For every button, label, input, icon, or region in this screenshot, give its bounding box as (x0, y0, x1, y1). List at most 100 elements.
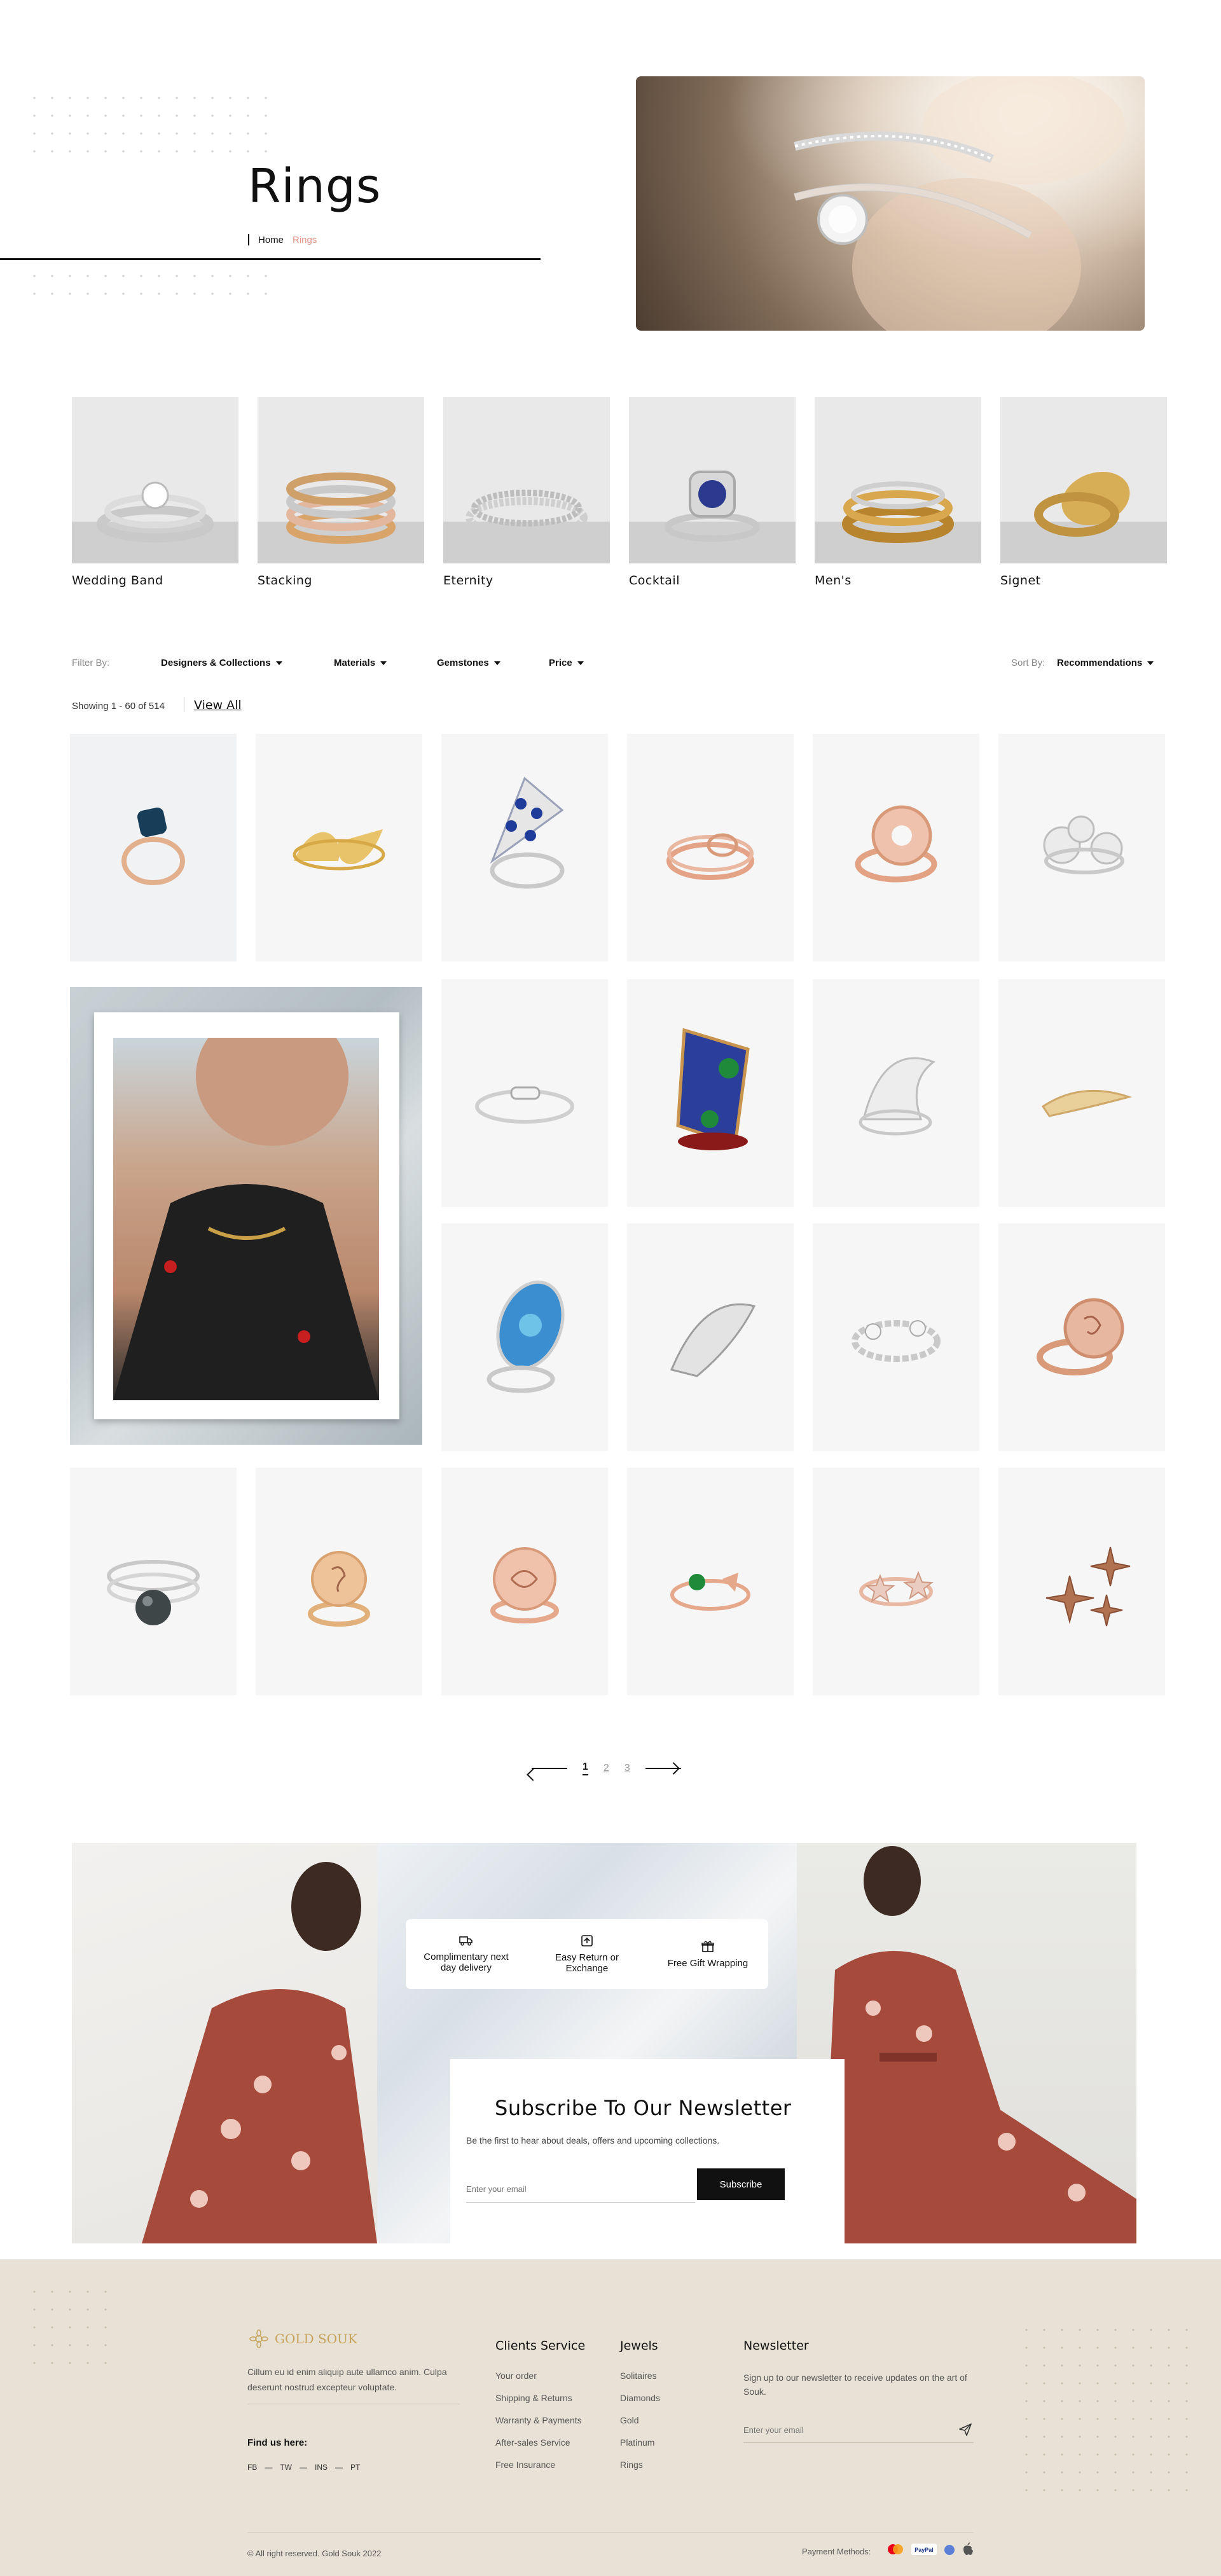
footer-link-your-order[interactable]: Your order (495, 2371, 585, 2381)
applepay-icon (963, 2542, 973, 2555)
category-eternity[interactable]: Eternity (443, 397, 610, 588)
newsletter-email-input[interactable] (466, 2176, 695, 2203)
footer-link-platinum[interactable]: Platinum (620, 2437, 660, 2448)
product-card[interactable] (441, 979, 608, 1207)
social-instagram-link[interactable]: INS (315, 2463, 328, 2472)
product-card[interactable] (256, 734, 422, 961)
product-card[interactable] (441, 1223, 608, 1451)
paypal-icon: PayPal (911, 2544, 937, 2555)
filter-designers-dropdown[interactable]: Designers & Collections (161, 658, 282, 668)
category-stacking[interactable]: Stacking (258, 397, 424, 588)
newsletter-panel (450, 2059, 845, 2243)
footer-link-free-insurance[interactable]: Free Insurance (495, 2460, 585, 2470)
prev-page-arrow-icon[interactable] (532, 1768, 567, 1769)
footer-about-text: Cillum eu id enim aliquip aute ullamco a… (247, 2367, 447, 2392)
gift-icon (701, 1941, 714, 1952)
next-page-arrow-icon[interactable] (645, 1768, 681, 1769)
footer-link-shipping-returns[interactable]: Shipping & Returns (495, 2393, 585, 2403)
social-links: FB — TW — INS — PT (247, 2463, 360, 2472)
footer-logo[interactable]: GOLD SOUK (249, 2329, 357, 2348)
mastercard-icon (888, 2544, 903, 2554)
footer-link-gold[interactable]: Gold (620, 2415, 660, 2425)
product-card[interactable] (813, 1223, 979, 1451)
filter-gemstones-dropdown[interactable]: Gemstones (437, 658, 500, 668)
product-card[interactable] (70, 1468, 237, 1695)
category-wedding-band[interactable]: Wedding Band (72, 397, 238, 588)
hero-dot-pattern-top (25, 89, 267, 159)
product-card[interactable] (813, 979, 979, 1207)
filter-price-dropdown[interactable]: Price (549, 658, 584, 668)
social-facebook-link[interactable]: FB (247, 2463, 257, 2472)
footer-newsletter: Newsletter Sign up to our newsletter to … (743, 2339, 974, 2443)
product-image (121, 807, 185, 885)
product-image (293, 829, 385, 871)
breadcrumb-home-link[interactable]: Home (258, 235, 284, 245)
footer-newsletter-text: Sign up to our newsletter to receive upd… (743, 2373, 967, 2397)
product-card[interactable] (998, 1223, 1165, 1451)
category-label: Wedding Band (72, 574, 163, 588)
footer-link-solitaires[interactable]: Solitaires (620, 2371, 660, 2381)
category-signet[interactable]: Signet (1000, 397, 1167, 588)
sort-dropdown[interactable]: Recommendations (1057, 658, 1154, 668)
payment-icons: PayPal (886, 2542, 974, 2556)
product-card[interactable] (998, 979, 1165, 1207)
filter-label: Filter By: (72, 658, 110, 668)
copyright-text: © All right reserved. Gold Souk 2022 (247, 2549, 382, 2558)
product-card[interactable] (441, 1468, 608, 1695)
filter-materials-dropdown[interactable]: Materials (334, 658, 387, 668)
product-card[interactable] (627, 979, 794, 1207)
jewels-title: Jewels (620, 2339, 658, 2353)
product-image (852, 1320, 941, 1362)
product-image (490, 1547, 559, 1623)
sort-value: Recommendations (1057, 658, 1143, 668)
footer-email-input[interactable] (743, 2420, 934, 2439)
category-label: Stacking (258, 574, 312, 588)
footer-link-diamonds[interactable]: Diamonds (620, 2393, 660, 2403)
product-card[interactable] (256, 1468, 422, 1695)
category-cocktail[interactable]: Cocktail (629, 397, 796, 588)
product-card[interactable] (441, 734, 608, 961)
hero-dot-pattern-bottom (25, 267, 267, 305)
product-card[interactable] (998, 734, 1165, 961)
product-card[interactable] (627, 734, 794, 961)
view-all-link[interactable]: View All (194, 698, 242, 712)
category-label: Cocktail (629, 574, 680, 588)
product-card[interactable] (813, 1468, 979, 1695)
social-twitter-link[interactable]: TW (280, 2463, 292, 2472)
truck-icon (459, 1936, 473, 1946)
social-separator: — (300, 2463, 307, 2472)
page-number-3[interactable]: 3 (624, 1763, 630, 1774)
category-image (629, 397, 796, 563)
footer-link-rings[interactable]: Rings (620, 2460, 660, 2470)
subscribe-button[interactable]: Subscribe (697, 2168, 785, 2200)
product-image (859, 1571, 934, 1606)
footer-dot-pattern-right (1018, 2321, 1196, 2505)
return-box-icon (581, 1935, 593, 1946)
hero-ring-illustration (636, 76, 1145, 331)
footer-link-after-sales[interactable]: After-sales Service (495, 2437, 585, 2448)
editorial-feature (70, 987, 422, 1445)
filter-item-label: Price (549, 658, 572, 668)
footer-link-warranty-payments[interactable]: Warranty & Payments (495, 2415, 585, 2425)
hero-divider (0, 258, 541, 260)
page-number-2[interactable]: 2 (604, 1763, 609, 1774)
product-image (1045, 1546, 1131, 1627)
product-image (676, 1028, 750, 1150)
editorial-photo (113, 1006, 379, 1400)
category-mens[interactable]: Men's (815, 397, 981, 588)
banner-model-right (797, 1843, 1136, 2243)
page-number-1[interactable]: 1 (583, 1761, 588, 1775)
product-card[interactable] (998, 1468, 1165, 1695)
product-card[interactable] (627, 1468, 794, 1695)
product-card[interactable] (70, 734, 237, 961)
feature-returns: Easy Return or Exchange (539, 1934, 635, 1974)
find-us-label: Find us here: (247, 2437, 308, 2448)
send-icon[interactable] (958, 2423, 972, 2437)
filter-item-label: Materials (334, 658, 376, 668)
product-image (670, 1573, 750, 1611)
product-card[interactable] (627, 1223, 794, 1451)
footer-clients-service: Clients Service Your order Shipping & Re… (495, 2339, 585, 2482)
social-pinterest-link[interactable]: PT (350, 2463, 360, 2472)
product-card[interactable] (813, 734, 979, 961)
payment-methods-label: Payment Methods: (802, 2547, 871, 2556)
